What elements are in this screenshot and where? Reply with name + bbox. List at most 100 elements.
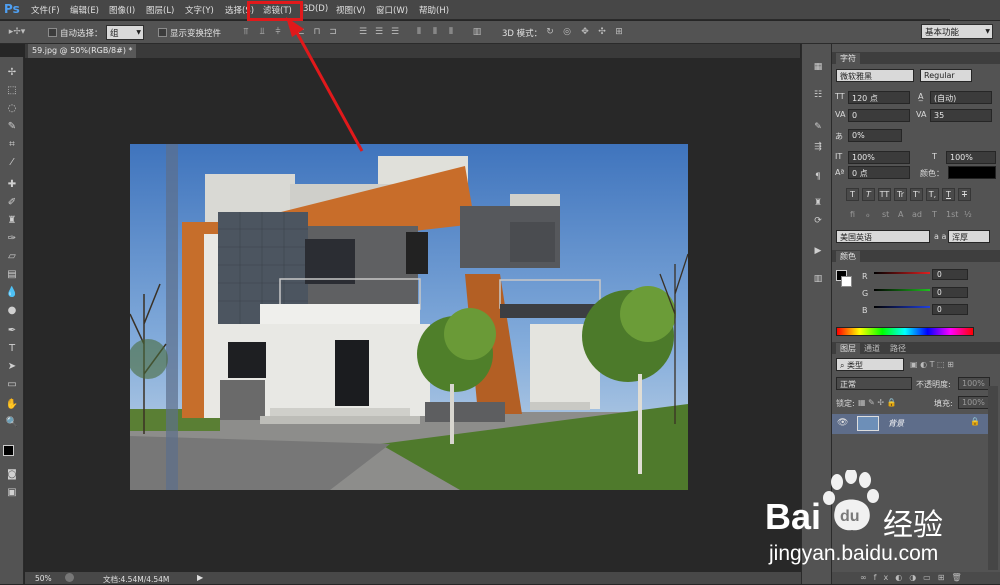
tab-layers[interactable]: 图层 <box>836 343 860 354</box>
blend-mode-dropdown[interactable]: 正常 <box>836 377 912 390</box>
document-tab[interactable]: 59.jpg @ 50%(RGB/8#) * <box>28 44 136 58</box>
tsume-field[interactable]: 0% <box>848 129 902 142</box>
opentype-alternates[interactable]: ℴ <box>866 210 870 219</box>
navigator-panel-icon[interactable]: ▥ <box>811 272 825 286</box>
horizontal-scale-field[interactable]: 100% <box>946 151 996 164</box>
tracking-field[interactable]: 35 <box>930 109 992 122</box>
distribute-hcenter-icon[interactable]: ⦀ <box>430 27 440 37</box>
blur-tool-icon[interactable]: 💧 <box>4 285 20 301</box>
opentype-ligature[interactable]: fi <box>850 210 855 219</box>
vertical-scale-field[interactable]: 100% <box>848 151 910 164</box>
text-color-swatch[interactable] <box>948 166 996 179</box>
dodge-tool-icon[interactable]: ● <box>4 303 20 319</box>
history-panel-icon[interactable]: ▦ <box>811 60 825 74</box>
menu-image[interactable]: 图像(I) <box>109 4 135 16</box>
eyedropper-tool-icon[interactable]: ⁄ <box>4 155 20 171</box>
document-image[interactable] <box>130 144 688 490</box>
distribute-left-icon[interactable]: ⦀ <box>414 27 424 37</box>
faux-italic-button[interactable]: T <box>862 188 875 201</box>
filter-pixel-icon[interactable]: ▣ ◐ T ⬚ ⊞ <box>910 360 954 369</box>
faux-bold-button[interactable]: T <box>846 188 859 201</box>
opacity-field[interactable]: 100% <box>958 377 990 390</box>
font-size-field[interactable]: 120 点 <box>848 91 910 104</box>
menu-window[interactable]: 窗口(W) <box>376 4 408 16</box>
path-select-tool-icon[interactable]: ➤ <box>4 359 20 375</box>
3d-slide-icon[interactable]: ✣ <box>597 27 607 37</box>
kerning-field[interactable]: 0 <box>848 109 910 122</box>
all-caps-button[interactable]: TT <box>878 188 891 201</box>
eye-icon[interactable]: 👁 <box>837 418 848 428</box>
font-style-dropdown[interactable]: Regular <box>920 69 972 82</box>
screen-mode-icon[interactable]: ▣ <box>4 485 20 501</box>
opentype-titling[interactable]: T <box>932 210 937 219</box>
green-value[interactable]: 0 <box>932 287 968 298</box>
show-transform-checkbox[interactable] <box>158 28 167 37</box>
paragraph-panel-icon[interactable]: ¶ <box>811 170 825 184</box>
menu-help[interactable]: 帮助(H) <box>419 4 449 16</box>
font-family-dropdown[interactable]: 微软雅黑 <box>836 69 914 82</box>
red-slider-track[interactable] <box>874 272 930 274</box>
gradient-tool-icon[interactable]: ▤ <box>4 267 20 283</box>
opentype-discretionary[interactable]: st <box>882 210 889 219</box>
3d-pan-icon[interactable]: ✥ <box>580 27 590 37</box>
underline-button[interactable]: T <box>942 188 955 201</box>
zoom-level[interactable]: 50% <box>35 574 52 583</box>
zoom-tool-icon[interactable]: 🔍 <box>4 415 20 431</box>
antialias-dropdown[interactable]: 浑厚 <box>948 230 990 243</box>
auto-select-checkbox[interactable] <box>48 28 57 37</box>
crop-tool-icon[interactable]: ⌗ <box>4 137 20 153</box>
opentype-swash[interactable]: A <box>898 210 903 219</box>
hand-tool-icon[interactable]: ✋ <box>4 397 20 413</box>
subscript-button[interactable]: T, <box>926 188 939 201</box>
blue-slider-track[interactable] <box>874 306 930 308</box>
green-slider-track[interactable] <box>874 289 930 291</box>
tab-color[interactable]: 颜色 <box>836 251 860 262</box>
menu-file[interactable]: 文件(F) <box>31 4 60 16</box>
distribute-bottom-icon[interactable]: ☰ <box>390 27 400 37</box>
opentype-ordinals[interactable]: 1st <box>946 210 958 219</box>
blue-value[interactable]: 0 <box>932 304 968 315</box>
menu-edit[interactable]: 编辑(E) <box>70 4 99 16</box>
properties-panel-icon[interactable]: ☷ <box>811 88 825 102</box>
move-tool-preset-icon[interactable]: ▸✢▾ <box>6 27 28 37</box>
tab-channels[interactable]: 通道 <box>864 343 880 354</box>
distribute-vcenter-icon[interactable]: ☰ <box>374 27 384 37</box>
menu-layer[interactable]: 图层(L) <box>146 4 174 16</box>
shape-tool-icon[interactable]: ▭ <box>4 377 20 393</box>
small-caps-button[interactable]: Tr <box>894 188 907 201</box>
auto-align-icon[interactable]: ▥ <box>472 27 482 37</box>
distribute-right-icon[interactable]: ⦀ <box>446 27 456 37</box>
red-value[interactable]: 0 <box>932 269 968 280</box>
actions-panel-icon[interactable]: ▶ <box>811 244 825 258</box>
marquee-tool-icon[interactable]: ⬚ <box>4 83 20 99</box>
clone-source-icon[interactable]: ♜ <box>811 196 825 210</box>
tool-presets-icon[interactable]: ⟳ <box>811 214 825 228</box>
layer-filter-dropdown[interactable]: ⌕ 类型 <box>836 358 904 371</box>
lasso-tool-icon[interactable]: ◌ <box>4 101 20 117</box>
status-info-icon[interactable] <box>65 573 74 582</box>
fill-field[interactable]: 100% <box>958 396 990 409</box>
menu-type[interactable]: 文字(Y) <box>185 4 214 16</box>
color-bg-swatch[interactable] <box>841 276 852 287</box>
clone-stamp-tool-icon[interactable]: ♜ <box>4 213 20 229</box>
superscript-button[interactable]: T' <box>910 188 923 201</box>
tab-paths[interactable]: 路径 <box>890 343 906 354</box>
adjustments-icon[interactable]: ⇶ <box>811 140 825 154</box>
3d-scale-icon[interactable]: ⊞ <box>614 27 624 37</box>
eraser-tool-icon[interactable]: ▱ <box>4 249 20 265</box>
tab-character[interactable]: 字符 <box>836 53 860 64</box>
color-spectrum-bar[interactable] <box>836 327 974 336</box>
align-top-icon[interactable]: ⫪ <box>241 27 251 37</box>
move-tool-icon[interactable]: ✢ <box>4 65 20 81</box>
quick-select-tool-icon[interactable]: ✎ <box>4 119 20 135</box>
type-tool-icon[interactable]: T <box>4 341 20 357</box>
healing-brush-tool-icon[interactable]: ✚ <box>4 177 20 193</box>
align-vcenter-icon[interactable]: ⫫ <box>257 27 267 37</box>
3d-rotate-icon[interactable]: ↻ <box>545 27 555 37</box>
foreground-color-swatch[interactable] <box>3 445 14 456</box>
baseline-shift-field[interactable]: 0 点 <box>848 166 910 179</box>
opentype-fractions[interactable]: ½ <box>964 210 972 219</box>
language-dropdown[interactable]: 美国英语 <box>836 230 930 243</box>
pen-tool-icon[interactable]: ✒ <box>4 323 20 339</box>
strikethrough-button[interactable]: T <box>958 188 971 201</box>
